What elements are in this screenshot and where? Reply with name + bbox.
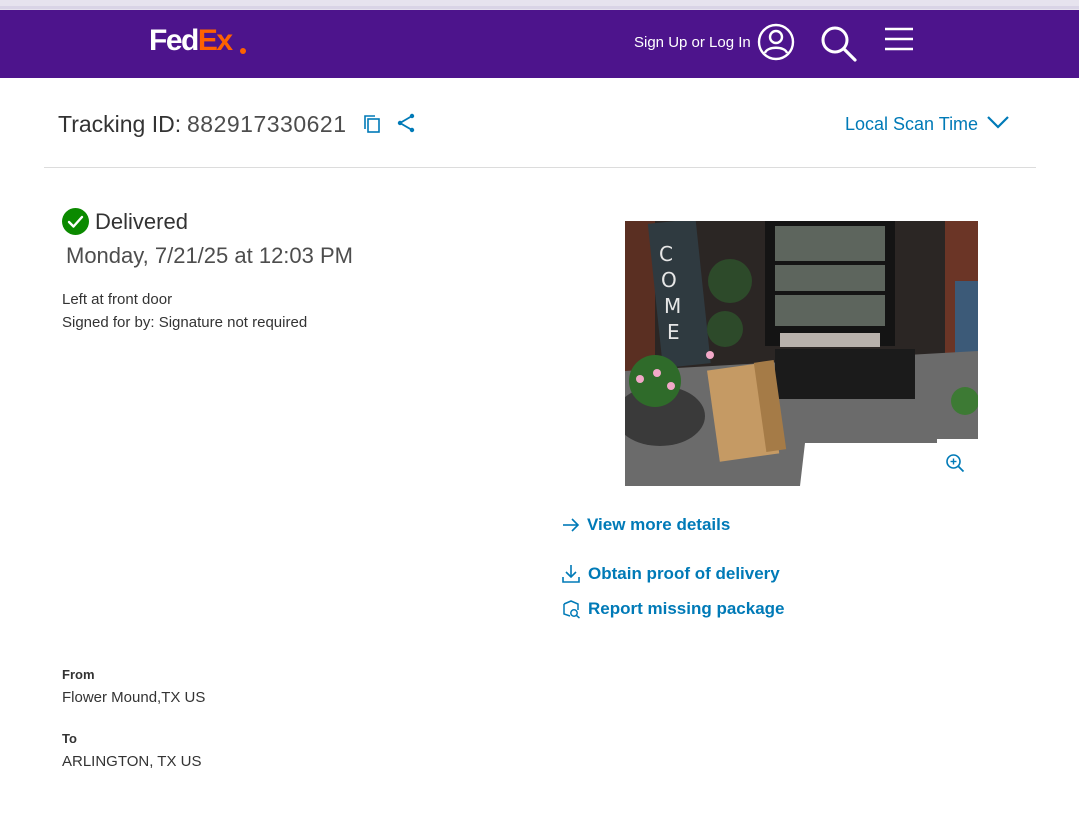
copy-icon[interactable] (362, 114, 382, 134)
chevron-down-icon[interactable] (986, 114, 1010, 130)
fedex-logo[interactable]: FedEx (149, 25, 246, 57)
tracking-bar: Tracking ID: 882917330621 Local Scan Tim… (44, 78, 1036, 168)
browser-top-strip (0, 0, 1079, 10)
delivery-status: Delivered (95, 209, 188, 234)
user-icon[interactable] (757, 23, 795, 61)
svg-text:E: E (667, 320, 680, 344)
sign-in-link[interactable]: Sign Up or Log In (634, 33, 751, 53)
to-label: To (62, 731, 77, 746)
view-more-details-link[interactable]: View more details (587, 514, 730, 536)
tracking-label: Tracking ID: (58, 111, 182, 137)
site-header: FedEx Sign Up or Log In (0, 10, 1079, 78)
share-icon[interactable] (396, 113, 416, 133)
from-label: From (62, 667, 95, 682)
delivery-location-note: Left at front door (62, 291, 173, 308)
tracking-id: 882917330621 (187, 111, 347, 137)
download-icon[interactable] (561, 564, 581, 584)
svg-text:M: M (664, 294, 681, 318)
delivery-datetime: Monday, 7/21/25 at 12:03 PM (66, 243, 353, 268)
check-circle-icon (62, 208, 89, 235)
report-missing-package-link[interactable]: Report missing package (588, 598, 785, 620)
svg-text:C: C (659, 242, 673, 266)
from-location: Flower Mound,TX US (62, 689, 206, 706)
arrow-right-icon[interactable] (561, 515, 581, 535)
svg-text:O: O (661, 268, 677, 292)
signature-note: Signed for by: Signature not required (62, 314, 308, 331)
zoom-in-icon[interactable] (945, 453, 965, 473)
obtain-proof-of-delivery-link[interactable]: Obtain proof of delivery (588, 563, 780, 585)
menu-icon[interactable] (884, 26, 914, 52)
package-search-icon[interactable] (561, 599, 581, 619)
search-icon[interactable] (818, 23, 858, 63)
local-scan-time-toggle[interactable]: Local Scan Time (845, 113, 978, 135)
delivery-photo[interactable]: C O M E (625, 221, 978, 486)
to-location: ARLINGTON, TX US (62, 753, 202, 770)
